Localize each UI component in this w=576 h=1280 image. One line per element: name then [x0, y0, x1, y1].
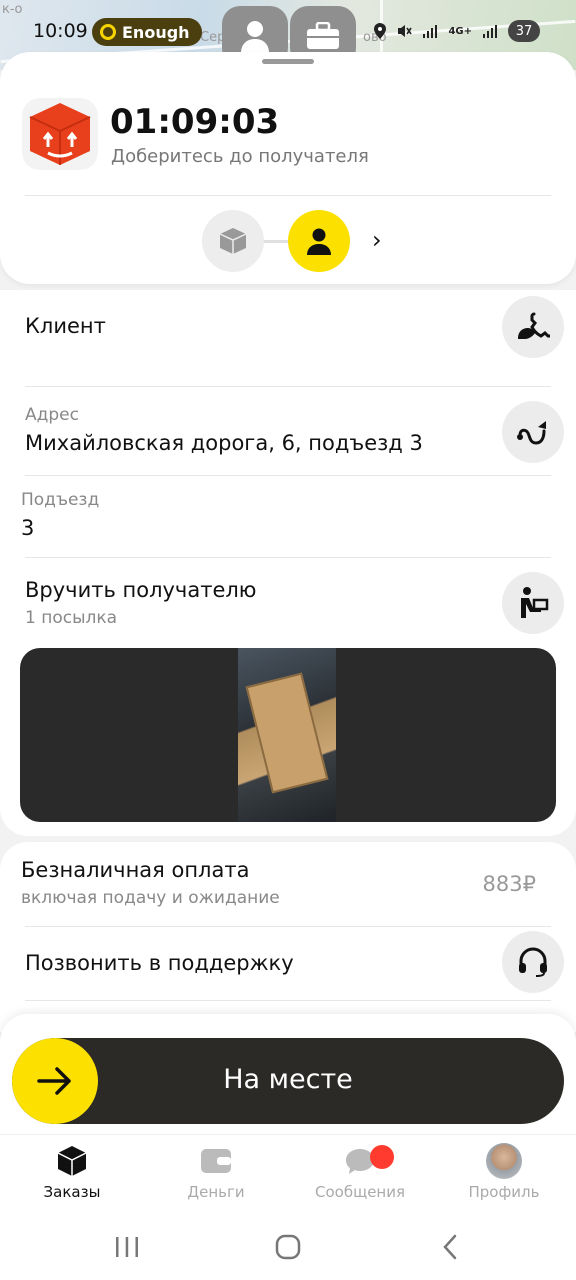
payment-subtitle: включая подачу и ожидание [21, 888, 280, 908]
back-button[interactable] [420, 1230, 480, 1264]
signal-icon [423, 25, 438, 38]
status-icons: 4G+ 37 [374, 20, 540, 42]
payment-card: Безналичная оплата включая подачу и ожид… [0, 842, 576, 1032]
entrance-row: Подъезд 3 [0, 476, 576, 558]
address-label: Адрес [25, 405, 79, 425]
home-icon [275, 1234, 301, 1260]
back-icon [443, 1234, 457, 1260]
enough-label: Enough [122, 22, 190, 42]
divider [25, 195, 551, 196]
tab-messages-label: Сообщения [314, 1183, 405, 1201]
payment-title: Безналичная оплата [21, 858, 250, 882]
call-client-button[interactable] [502, 296, 564, 358]
parcel-photo-image [238, 648, 336, 822]
avatar [486, 1143, 522, 1179]
handover-count: 1 посылка [25, 608, 118, 628]
parcel-photo[interactable] [20, 648, 556, 822]
drag-handle[interactable] [262, 59, 314, 64]
unread-badge [370, 1145, 394, 1169]
system-nav-bar [0, 1214, 576, 1280]
box-icon [219, 228, 247, 254]
route-button[interactable] [502, 401, 564, 463]
action-sheet: На месте [0, 1014, 576, 1136]
tab-messages[interactable]: Сообщения [288, 1143, 432, 1201]
enough-icon [100, 24, 116, 40]
handover-icon [521, 587, 549, 618]
order-status-card: 01:09:03 Доберитесь до получателя › [0, 52, 576, 284]
photo-parcel-shape [245, 672, 329, 794]
support-row[interactable]: Позвонить в поддержку [0, 927, 576, 1001]
address-row[interactable]: Адрес Михайловская дорога, 6, подъезд 3 [0, 387, 576, 475]
recents-icon [116, 1237, 138, 1257]
wallet-icon [201, 1149, 231, 1173]
arrived-label: На месте [223, 1064, 353, 1095]
tab-profile[interactable]: Профиль [432, 1143, 576, 1201]
arrived-slider[interactable]: На месте [12, 1038, 564, 1124]
phone-chat-icon [518, 312, 550, 339]
tab-profile-label: Профиль [468, 1183, 540, 1201]
mute-icon [398, 25, 413, 37]
support-call-button[interactable] [502, 931, 564, 993]
tab-money[interactable]: Деньги [144, 1143, 288, 1201]
enough-badge[interactable]: Enough [92, 18, 202, 46]
briefcase-icon [307, 22, 339, 49]
payment-row: Безналичная оплата включая подачу и ожид… [0, 842, 576, 926]
client-title: Клиент [25, 314, 106, 338]
network-type: 4G+ [448, 25, 472, 37]
chevron-right-icon[interactable]: › [372, 226, 382, 254]
entrance-value: 3 [21, 516, 35, 540]
home-button[interactable] [258, 1230, 318, 1264]
divider [25, 1000, 551, 1001]
status-time: 10:09 [33, 20, 88, 42]
address-value: Михайловская дорога, 6, подъезд 3 [25, 431, 423, 455]
person-icon [241, 21, 269, 53]
route-icon [517, 421, 546, 445]
tab-orders[interactable]: Заказы [0, 1143, 144, 1201]
tab-orders-label: Заказы [43, 1183, 101, 1201]
battery-indicator: 37 [508, 20, 540, 42]
entrance-label: Подъезд [21, 490, 100, 510]
person-icon [307, 228, 331, 255]
bottom-tab-bar: Заказы Деньги Сообщения Профиль [0, 1134, 576, 1214]
support-title: Позвонить в поддержку [25, 951, 294, 975]
status-bar: 10:09 Enough 4G+ 37 [0, 0, 576, 60]
tab-money-label: Деньги [187, 1183, 245, 1201]
signal-icon [483, 25, 497, 38]
client-row[interactable]: Клиент [0, 290, 576, 386]
recipient-step[interactable] [288, 210, 350, 272]
handover-row[interactable]: Вручить получателю 1 посылка [0, 558, 576, 642]
payment-amount: 883₽ [482, 872, 536, 896]
location-icon [374, 23, 387, 39]
headset-icon [519, 947, 547, 977]
recent-apps-button[interactable] [97, 1230, 157, 1264]
handover-title: Вручить получателю [25, 578, 257, 602]
order-details-card: Клиент Адрес Михайловская дорога, 6, под… [0, 290, 576, 836]
route-steps: › [202, 210, 402, 272]
pickup-step[interactable] [202, 210, 264, 272]
delivery-timer: 01:09:03 [110, 102, 280, 142]
handover-button[interactable] [502, 572, 564, 634]
parcel-icon [22, 98, 98, 170]
order-subtitle: Доберитесь до получателя [111, 146, 369, 167]
orders-icon [57, 1146, 87, 1176]
